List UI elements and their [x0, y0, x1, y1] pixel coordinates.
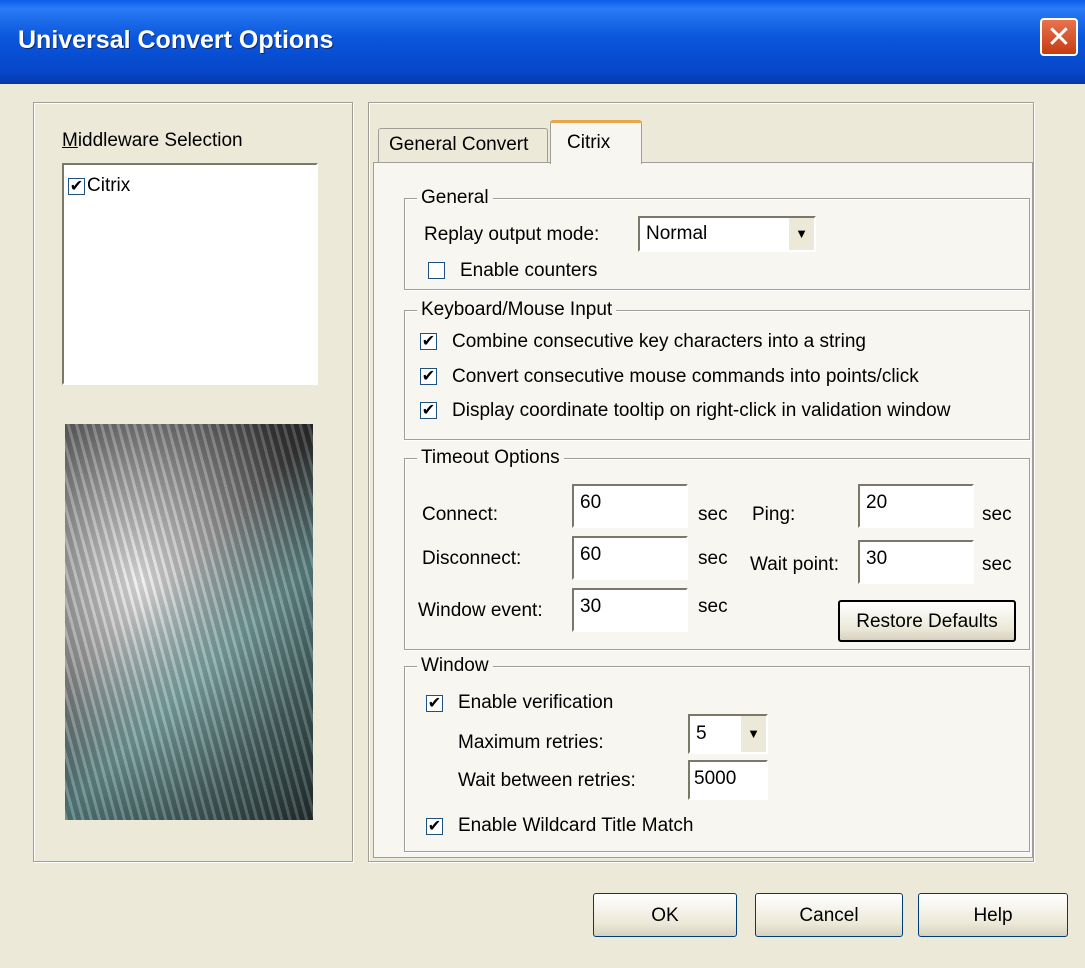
timeout-group-title: Timeout Options [417, 447, 564, 469]
decorative-image [65, 424, 313, 820]
tab-general-convert-label: General Convert [389, 134, 529, 155]
wildcard-title-checkbox[interactable]: ✔ [426, 818, 443, 835]
cancel-button[interactable]: Cancel [755, 893, 903, 937]
convert-mouse-label: Convert consecutive mouse commands into … [452, 366, 919, 387]
list-item[interactable]: ✔ Citrix [68, 175, 130, 197]
combine-keys-checkbox[interactable]: ✔ [420, 333, 437, 350]
disconnect-label: Disconnect: [422, 548, 522, 569]
help-button[interactable]: Help [918, 893, 1068, 937]
general-group-title: General [417, 187, 493, 209]
replay-output-label: Replay output mode: [424, 224, 600, 245]
window-event-unit: sec [698, 596, 728, 617]
help-button-label: Help [973, 905, 1013, 926]
window-group-title: Window [417, 655, 493, 677]
image-texture [65, 424, 313, 820]
coordinate-tooltip-checkbox[interactable]: ✔ [420, 402, 437, 419]
wait-point-input[interactable]: 30 [858, 540, 974, 584]
citrix-middleware-label: Citrix [87, 175, 131, 196]
tab-general-convert[interactable]: General Convert [378, 128, 548, 162]
connect-input[interactable]: 60 [572, 484, 688, 528]
tab-citrix[interactable]: Citrix [550, 120, 642, 164]
max-retries-label: Maximum retries: [458, 732, 604, 753]
replay-output-value: Normal [646, 223, 708, 244]
keyboard-mouse-group-title: Keyboard/Mouse Input [417, 299, 617, 321]
close-icon[interactable]: ✕ [1040, 18, 1078, 56]
restore-defaults-button[interactable]: Restore Defaults [838, 600, 1016, 642]
max-retries-value: 5 [696, 723, 707, 744]
ping-unit: sec [982, 504, 1012, 525]
convert-mouse-checkbox[interactable]: ✔ [420, 368, 437, 385]
max-retries-dropdown[interactable]: 5 ▼ [688, 714, 768, 754]
wait-between-input[interactable]: 5000 [688, 760, 768, 800]
wait-point-unit: sec [982, 554, 1012, 575]
middleware-list[interactable]: ✔ Citrix [62, 163, 318, 385]
replay-output-dropdown[interactable]: Normal ▼ [638, 216, 816, 252]
citrix-middleware-checkbox[interactable]: ✔ [68, 177, 85, 195]
ok-button-label: OK [651, 905, 679, 926]
connect-unit: sec [698, 504, 728, 525]
window-title: Universal Convert Options [18, 26, 334, 54]
wait-point-label: Wait point: [750, 554, 840, 575]
title-bar[interactable]: Universal Convert Options ✕ [0, 0, 1085, 84]
chevron-down-icon[interactable]: ▼ [740, 716, 766, 752]
combine-keys-label: Combine consecutive key characters into … [452, 331, 866, 352]
disconnect-unit: sec [698, 548, 728, 569]
middleware-label-rest: iddleware Selection [77, 130, 243, 151]
restore-defaults-label: Restore Defaults [856, 611, 998, 632]
connect-label: Connect: [422, 504, 499, 525]
wildcard-title-label: Enable Wildcard Title Match [458, 815, 694, 836]
enable-verification-checkbox[interactable]: ✔ [426, 695, 443, 712]
ping-label: Ping: [752, 504, 796, 525]
enable-counters-checkbox[interactable] [428, 262, 445, 279]
chevron-down-icon[interactable]: ▼ [788, 218, 814, 250]
enable-counters-label: Enable counters [460, 260, 598, 281]
middleware-label: Middleware Selection [62, 130, 243, 151]
cancel-button-label: Cancel [799, 905, 859, 926]
coordinate-tooltip-label: Display coordinate tooltip on right-clic… [452, 400, 951, 421]
enable-verification-label: Enable verification [458, 692, 614, 713]
window-event-label: Window event: [418, 600, 543, 621]
wait-between-label: Wait between retries: [458, 770, 636, 791]
ping-input[interactable]: 20 [858, 484, 974, 528]
ok-button[interactable]: OK [593, 893, 737, 937]
tab-citrix-label: Citrix [567, 132, 611, 153]
disconnect-input[interactable]: 60 [572, 536, 688, 580]
window-event-input[interactable]: 30 [572, 588, 688, 632]
